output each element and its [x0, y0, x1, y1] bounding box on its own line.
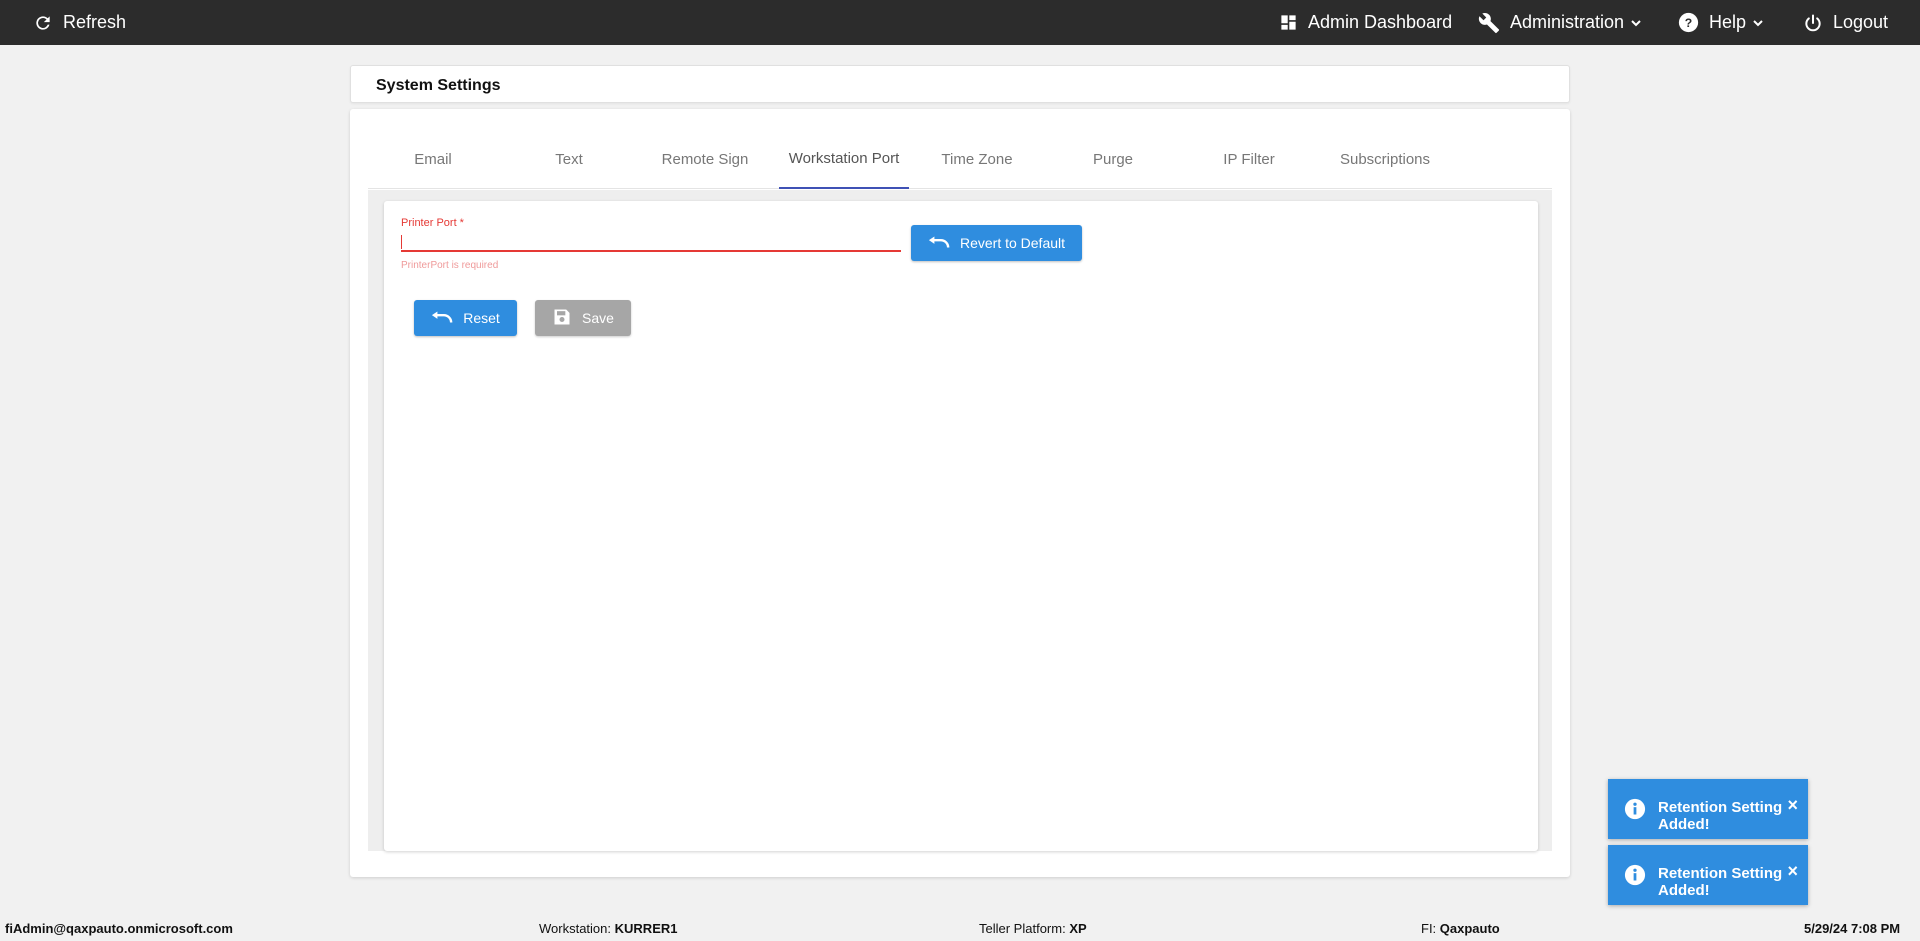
refresh-label: Refresh — [63, 12, 127, 32]
close-icon[interactable]: × — [1787, 795, 1798, 816]
status-user: fiAdmin@qaxpauto.onmicrosoft.com — [5, 921, 233, 936]
refresh-button[interactable]: Refresh — [33, 0, 126, 45]
toast-notification: Retention Setting Added! × — [1608, 779, 1808, 839]
undo-icon — [928, 235, 960, 252]
undo-icon — [431, 310, 463, 327]
toast-notification: Retention Setting Added! × — [1608, 845, 1808, 905]
printer-port-input[interactable] — [401, 231, 901, 252]
status-bar: fiAdmin@qaxpauto.onmicrosoft.com Worksta… — [0, 915, 1920, 941]
workstation-port-panel: Printer Port * PrinterPort is required R… — [384, 201, 1538, 851]
reset-button[interactable]: Reset — [414, 300, 517, 336]
status-fi: FI: Qaxpauto — [1421, 921, 1500, 936]
status-workstation: Workstation: KURRER1 — [539, 921, 678, 936]
info-icon — [1624, 864, 1646, 891]
tab-ip-filter[interactable]: IP Filter — [1184, 129, 1314, 189]
status-teller-platform: Teller Platform: XP — [979, 921, 1087, 936]
revert-to-default-button[interactable]: Revert to Default — [911, 225, 1082, 261]
tab-workstation-port[interactable]: Workstation Port — [779, 129, 909, 189]
toast-message: Retention Setting Added! — [1658, 865, 1783, 899]
wrench-icon — [1478, 12, 1500, 34]
admin-dashboard-link[interactable]: Admin Dashboard — [1279, 0, 1452, 45]
close-icon[interactable]: × — [1787, 861, 1798, 882]
help-label: Help — [1709, 12, 1747, 32]
logout-label: Logout — [1833, 12, 1889, 32]
settings-card: Email Text Remote Sign Workstation Port … — [350, 109, 1570, 877]
help-icon: ? — [1678, 12, 1699, 33]
revert-to-default-label: Revert to Default — [959, 235, 1066, 251]
administration-label: Administration — [1510, 12, 1625, 32]
text-caret — [401, 235, 402, 249]
tab-subscriptions[interactable]: Subscriptions — [1320, 129, 1450, 189]
power-icon — [1803, 13, 1823, 33]
dashboard-icon — [1279, 13, 1298, 32]
settings-tabs: Email Text Remote Sign Workstation Port … — [368, 129, 1552, 189]
top-navigation-bar: Refresh Admin Dashboard Administration ?… — [0, 0, 1920, 45]
save-icon — [552, 307, 582, 330]
tab-remote-sign[interactable]: Remote Sign — [640, 129, 770, 189]
tab-purge[interactable]: Purge — [1048, 129, 1178, 189]
printer-port-label: Printer Port * — [401, 217, 464, 229]
refresh-icon — [33, 13, 53, 33]
tab-text[interactable]: Text — [504, 129, 634, 189]
save-button[interactable]: Save — [535, 300, 631, 336]
svg-text:?: ? — [1685, 16, 1692, 30]
chevron-down-icon — [1630, 17, 1642, 29]
admin-dashboard-label: Admin Dashboard — [1308, 12, 1453, 32]
tab-email[interactable]: Email — [368, 129, 498, 189]
printer-port-error: PrinterPort is required — [401, 260, 499, 271]
help-menu[interactable]: ? Help — [1678, 0, 1764, 45]
page-title: System Settings — [376, 77, 501, 94]
logout-button[interactable]: Logout — [1803, 0, 1888, 45]
chevron-down-icon — [1752, 17, 1764, 29]
tab-time-zone[interactable]: Time Zone — [912, 129, 1042, 189]
reset-label: Reset — [463, 310, 500, 326]
page-header-card: System Settings — [350, 65, 1570, 103]
info-icon — [1624, 798, 1646, 825]
status-datetime: 5/29/24 7:08 PM — [1804, 921, 1901, 936]
administration-menu[interactable]: Administration — [1478, 0, 1642, 45]
tab-content-area: Printer Port * PrinterPort is required R… — [368, 190, 1552, 851]
toast-message: Retention Setting Added! — [1658, 799, 1783, 833]
save-label: Save — [582, 310, 614, 326]
